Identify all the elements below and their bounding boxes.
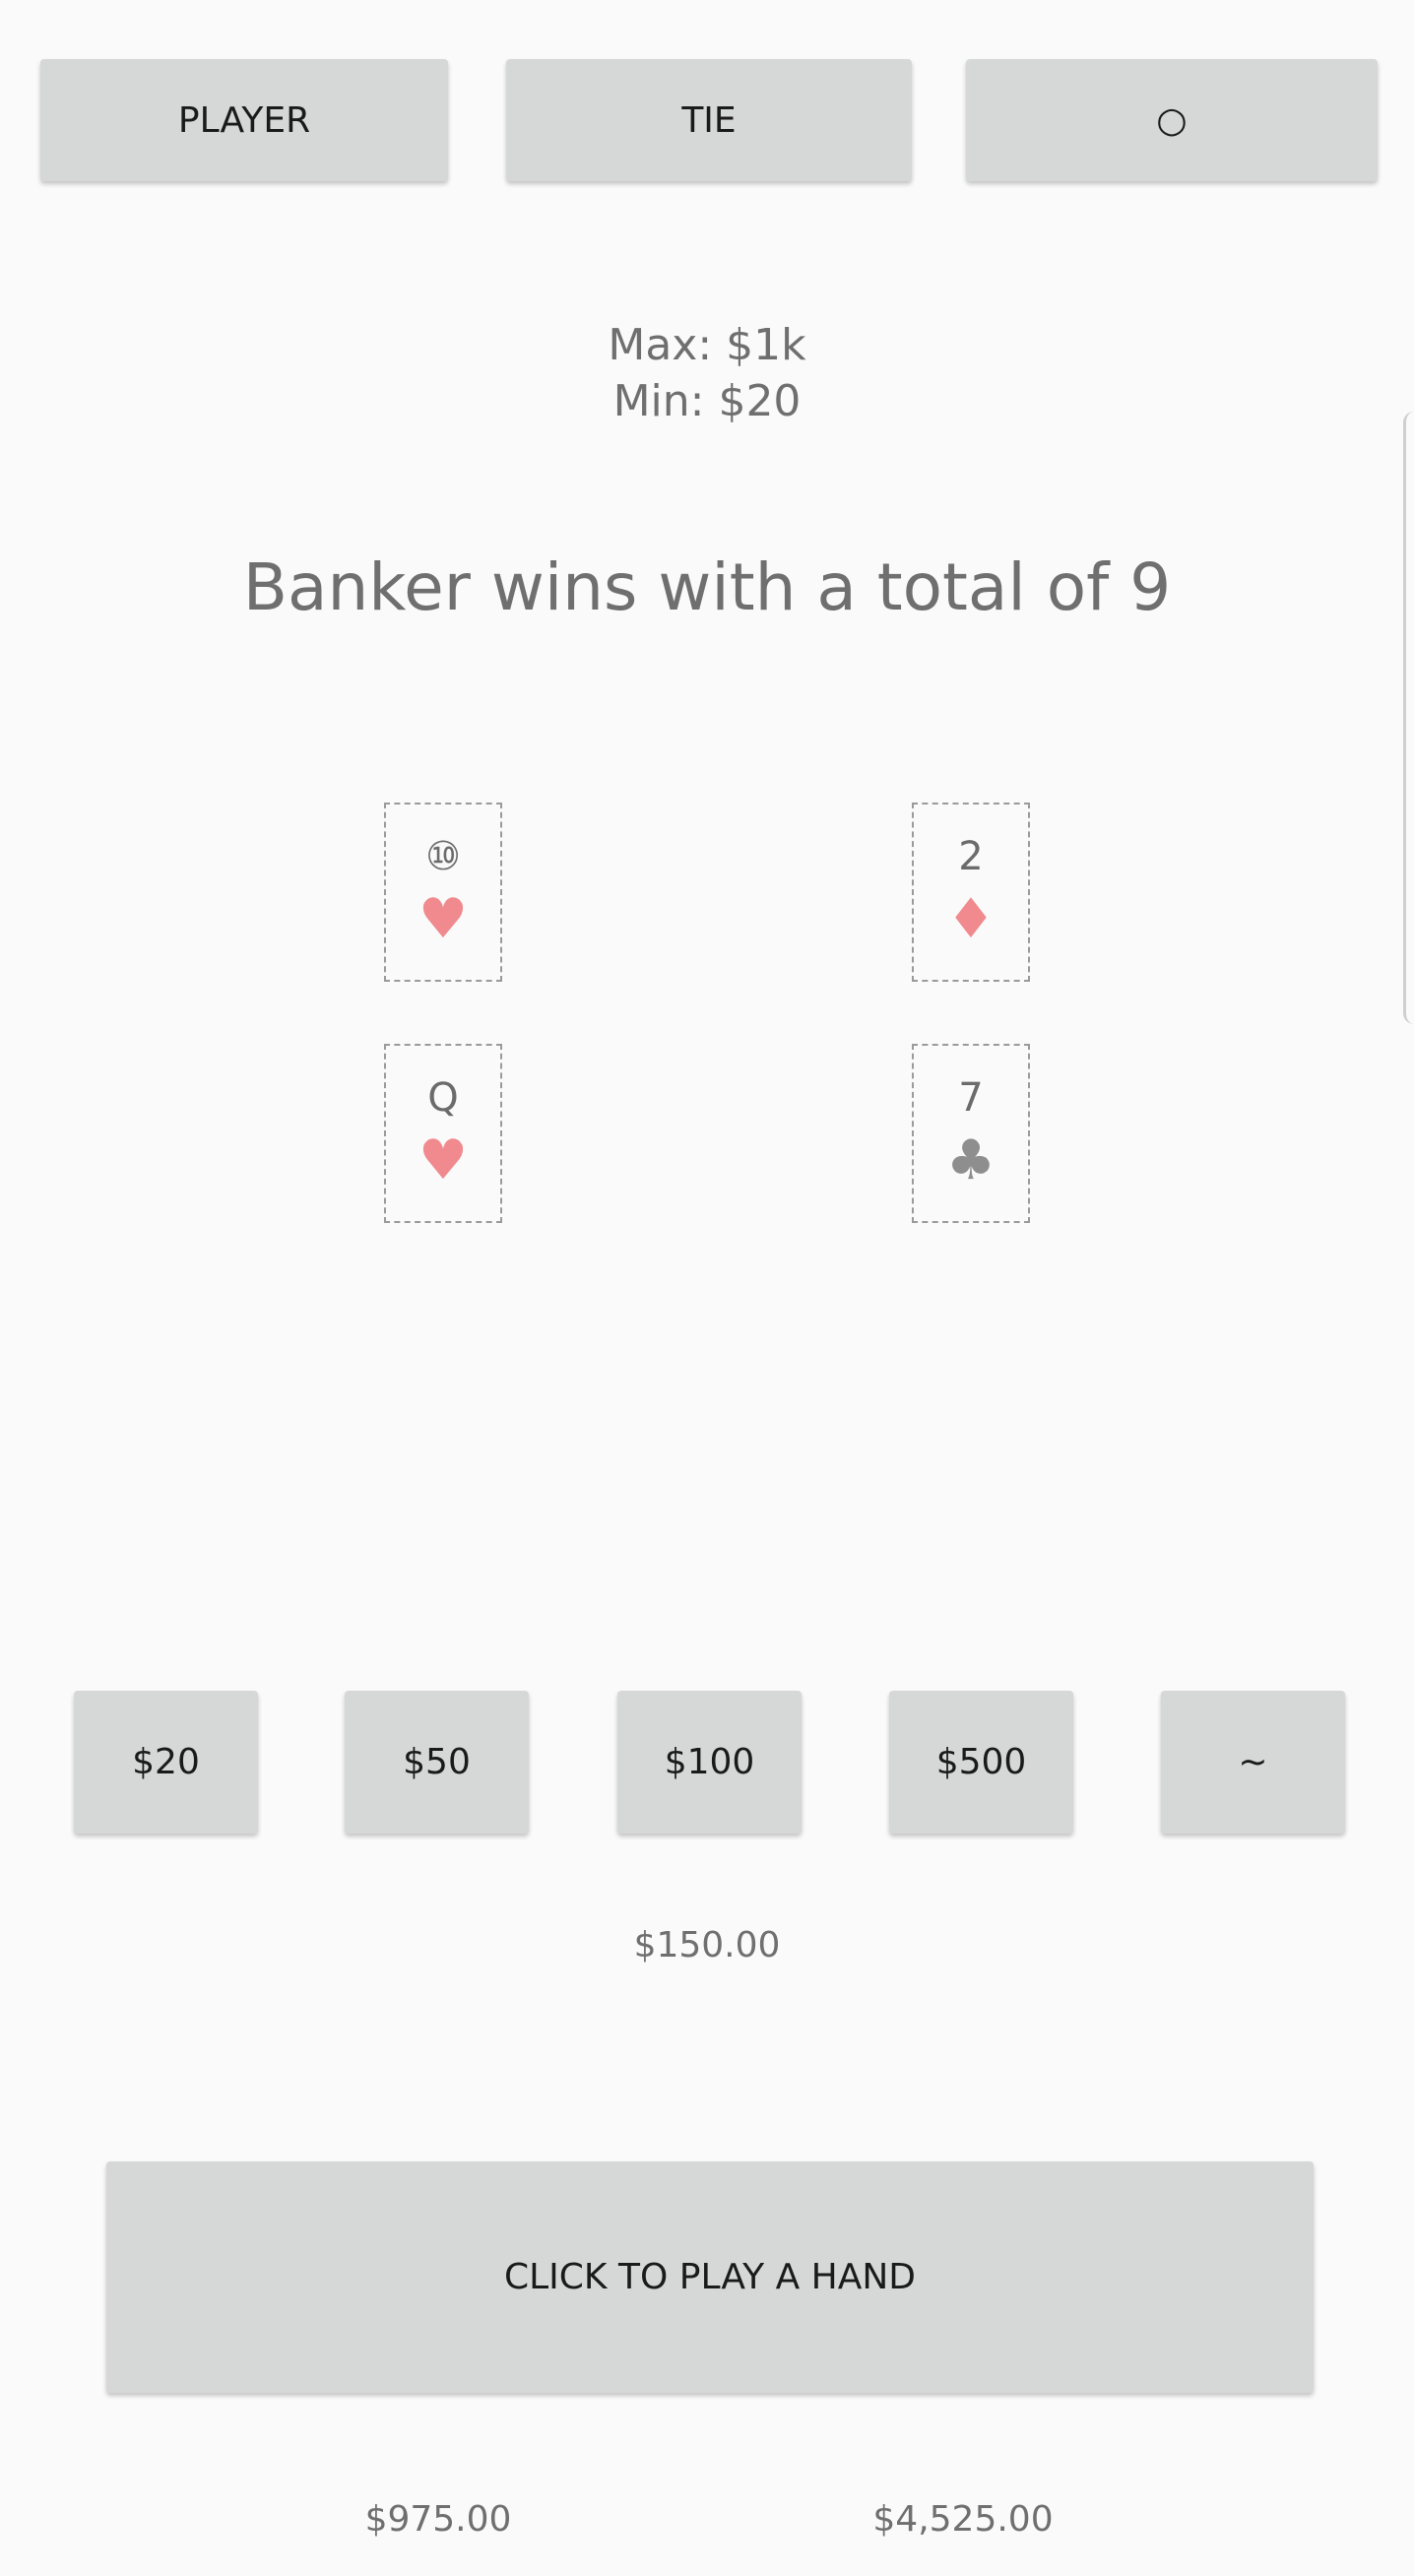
heart-icon: ♥: [418, 1128, 469, 1192]
chip-50-button[interactable]: $50: [345, 1691, 529, 1834]
chip-label: $100: [664, 1742, 755, 1782]
balance-right: $4,525.00: [872, 2499, 1054, 2540]
bet-player-button[interactable]: PLAYER: [40, 59, 448, 181]
bet-banker-button[interactable]: ○: [966, 59, 1378, 181]
tilde-icon: ~: [1238, 1742, 1268, 1782]
play-hand-button[interactable]: CLICK TO PLAY A HAND: [106, 2161, 1314, 2393]
card-rank: 7: [958, 1075, 984, 1121]
chip-label: $50: [403, 1742, 471, 1782]
club-icon: ♣: [945, 1128, 996, 1192]
chip-100-button[interactable]: $100: [617, 1691, 802, 1834]
bet-player-label: PLAYER: [177, 99, 311, 141]
banker-card-2: 7 ♣: [912, 1044, 1030, 1223]
current-bet: $150.00: [633, 1925, 781, 1965]
chip-clear-button[interactable]: ~: [1161, 1691, 1345, 1834]
player-card-1: ⑩ ♥: [384, 803, 502, 982]
table-limits: Max: $1k Min: $20: [0, 317, 1414, 429]
result-message: Banker wins with a total of 9: [242, 549, 1172, 625]
balance-left: $975.00: [364, 2499, 512, 2540]
chip-label: $500: [935, 1742, 1027, 1782]
card-rank: ⑩: [425, 834, 461, 879]
min-limit: Min: $20: [612, 376, 802, 426]
chip-label: $20: [132, 1742, 200, 1782]
bet-tie-label: TIE: [681, 99, 737, 141]
bet-tie-button[interactable]: TIE: [506, 59, 912, 181]
card-rank: Q: [427, 1075, 459, 1121]
max-limit: Max: $1k: [608, 320, 806, 370]
play-hand-label: CLICK TO PLAY A HAND: [503, 2257, 917, 2297]
edge-handle[interactable]: [1403, 412, 1414, 1024]
circle-icon: ○: [1156, 99, 1188, 141]
player-card-2: Q ♥: [384, 1044, 502, 1223]
card-rank: 2: [958, 834, 984, 879]
chip-500-button[interactable]: $500: [889, 1691, 1073, 1834]
diamond-icon: ♦: [945, 887, 996, 951]
banker-card-1: 2 ♦: [912, 803, 1030, 982]
chip-20-button[interactable]: $20: [74, 1691, 258, 1834]
heart-icon: ♥: [418, 887, 469, 951]
